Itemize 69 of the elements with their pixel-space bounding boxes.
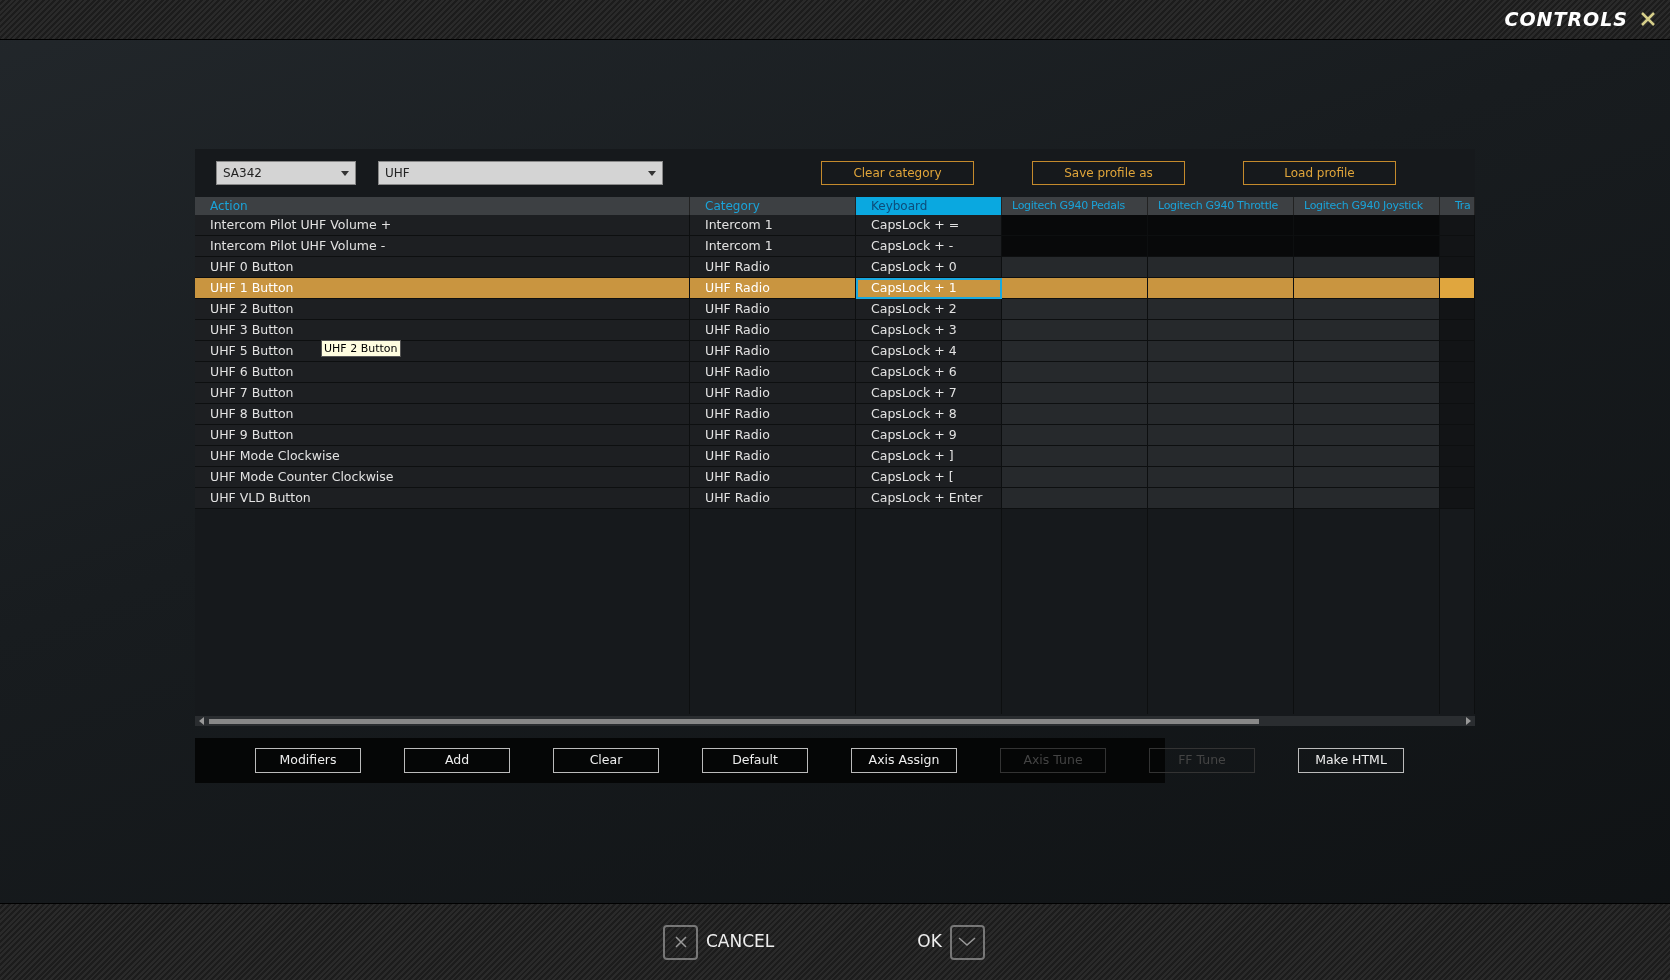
checkmark-icon	[949, 924, 985, 960]
table-cell: UHF Radio	[690, 446, 856, 467]
table-cell[interactable]: CapsLock + -	[856, 236, 1002, 257]
table-cell: UHF Radio	[690, 404, 856, 425]
table-cell[interactable]: CapsLock + 0	[856, 257, 1002, 278]
ok-button[interactable]: OK	[917, 924, 985, 960]
table-cell: UHF 9 Button	[195, 425, 690, 446]
table-cell: UHF 2 Button	[195, 299, 690, 320]
caret-icon	[648, 170, 656, 176]
table-cell: UHF Radio	[690, 362, 856, 383]
horizontal-scrollbar[interactable]	[195, 716, 1475, 726]
scrollbar-thumb[interactable]	[209, 718, 1259, 724]
table-cell: Intercom 1	[690, 236, 856, 257]
table-cell: UHF 0 Button	[195, 257, 690, 278]
table-cell: UHF 3 Button	[195, 320, 690, 341]
table-cell[interactable]: CapsLock + 9	[856, 425, 1002, 446]
scroll-right-icon[interactable]	[1464, 717, 1472, 725]
table-cell: UHF Radio	[690, 425, 856, 446]
table-cell: UHF Radio	[690, 383, 856, 404]
action-button[interactable]: Add	[404, 748, 510, 773]
close-icon	[663, 924, 698, 960]
cancel-button[interactable]: CANCEL	[663, 924, 775, 960]
table-cell: Intercom Pilot UHF Volume -	[195, 236, 690, 257]
column-header[interactable]: Logitech G940 Joystick	[1294, 197, 1440, 215]
table-cell[interactable]: CapsLock + 4	[856, 341, 1002, 362]
column-header[interactable]: Logitech G940 Throttle	[1148, 197, 1294, 215]
table-cell: UHF 7 Button	[195, 383, 690, 404]
table-cell: UHF Radio	[690, 467, 856, 488]
table-cell: UHF Radio	[690, 341, 856, 362]
table-cell: UHF Mode Clockwise	[195, 446, 690, 467]
table-cell[interactable]: CapsLock + =	[856, 215, 1002, 236]
table-cell: Intercom 1	[690, 215, 856, 236]
table-cell: UHF Radio	[690, 488, 856, 509]
column-header[interactable]: Logitech G940 Pedals	[1002, 197, 1148, 215]
column-header[interactable]: Action	[195, 197, 690, 215]
table-cell[interactable]: CapsLock + [	[856, 467, 1002, 488]
action-button[interactable]: Clear	[553, 748, 659, 773]
table-cell: Intercom Pilot UHF Volume +	[195, 215, 690, 236]
table-cell: UHF 8 Button	[195, 404, 690, 425]
table-cell: UHF Radio	[690, 320, 856, 341]
action-button[interactable]: Make HTML	[1298, 748, 1404, 773]
dropdown[interactable]: UHF	[378, 161, 663, 185]
action-button[interactable]: Axis Assign	[851, 748, 957, 773]
table-cell[interactable]: CapsLock + Enter	[856, 488, 1002, 509]
toolbar-button[interactable]: Load profile	[1243, 161, 1396, 185]
table-cell[interactable]: CapsLock + 7	[856, 383, 1002, 404]
table-cell: UHF Mode Counter Clockwise	[195, 467, 690, 488]
window-title: CONTROLS	[1504, 7, 1628, 33]
table-cell: UHF 1 Button	[195, 278, 690, 299]
table-cell: UHF Radio	[690, 299, 856, 320]
column-header[interactable]: Tra	[1440, 197, 1475, 215]
tooltip: UHF 2 Button	[321, 340, 401, 357]
table-cell: UHF 6 Button	[195, 362, 690, 383]
table-cell[interactable]: CapsLock + 6	[856, 362, 1002, 383]
scroll-left-icon[interactable]	[198, 717, 206, 725]
table-cell: UHF VLD Button	[195, 488, 690, 509]
table-cell[interactable]: CapsLock + ]	[856, 446, 1002, 467]
dropdown[interactable]: SA342	[216, 161, 356, 185]
column-header[interactable]: Category	[690, 197, 856, 215]
table-cell[interactable]: CapsLock + 3	[856, 320, 1002, 341]
table-cell[interactable]: CapsLock + 2	[856, 299, 1002, 320]
action-button[interactable]: Default	[702, 748, 808, 773]
table-cell[interactable]: CapsLock + 8	[856, 404, 1002, 425]
toolbar-button[interactable]: Clear category	[821, 161, 974, 185]
table-cell: UHF Radio	[690, 257, 856, 278]
action-button[interactable]: Modifiers	[255, 748, 361, 773]
caret-icon	[341, 170, 349, 176]
table-cell: UHF Radio	[690, 278, 856, 299]
toolbar-button[interactable]: Save profile as	[1032, 161, 1185, 185]
